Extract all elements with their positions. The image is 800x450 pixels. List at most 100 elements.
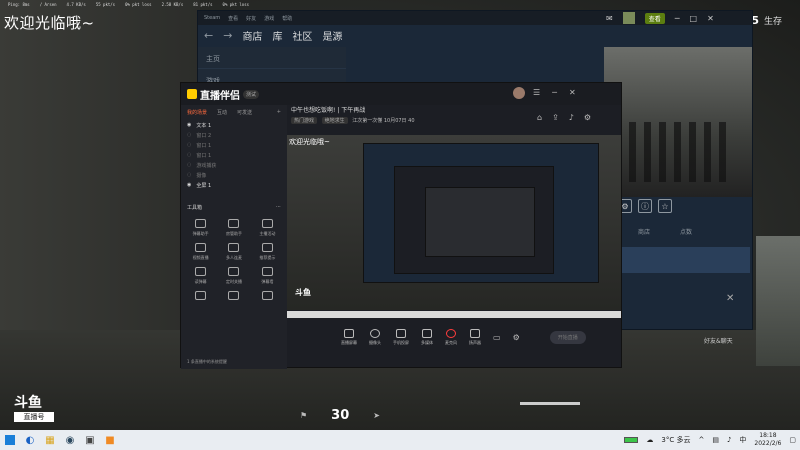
envelope-icon[interactable]: ✉ xyxy=(606,14,613,23)
steam-menu-item[interactable]: 帮助 xyxy=(282,15,292,22)
scene-item[interactable]: ◉ 全屏 1 xyxy=(181,180,287,190)
nav-library[interactable]: 库 xyxy=(272,28,282,43)
maximize-icon[interactable]: □ xyxy=(690,14,698,23)
speaker-button[interactable]: 扬声器 xyxy=(469,328,481,346)
microphone-button[interactable]: 麦克风 xyxy=(445,328,457,346)
tab-interact[interactable]: 互动 xyxy=(217,109,227,116)
sidebar-home[interactable]: 主页 xyxy=(198,47,346,69)
stat: 55 pkt/s xyxy=(95,2,116,7)
tab-my-scenes[interactable]: 我的场景 xyxy=(187,109,207,116)
tool-item[interactable]: 推荐提示 xyxy=(252,243,283,261)
start-live-button[interactable]: 开始直播 xyxy=(549,330,586,344)
steam-menu-item[interactable]: 游戏 xyxy=(264,15,274,22)
rifle-icon xyxy=(520,393,580,405)
chevron-up-icon[interactable]: ^ xyxy=(698,436,704,444)
tool-item[interactable] xyxy=(185,291,216,300)
tab-store[interactable]: 商店 xyxy=(638,227,650,236)
volume-icon[interactable]: ♪ xyxy=(727,436,731,444)
nav-profile[interactable]: 是源 xyxy=(322,28,342,43)
more-icon[interactable]: ⋯ xyxy=(276,204,281,211)
back-arrow-icon[interactable]: ← xyxy=(204,29,213,42)
eye-icon[interactable]: ◌ xyxy=(187,162,191,168)
steam-app-icon[interactable]: ◉ xyxy=(60,430,80,450)
tool-item[interactable]: 定时关播 xyxy=(218,267,249,285)
media-button[interactable]: 多媒体 xyxy=(421,328,433,346)
info-icon[interactable]: ⓘ xyxy=(638,199,652,213)
friends-chat-button[interactable]: 好友&聊天 xyxy=(704,336,733,345)
tool-item[interactable]: 视频直播 xyxy=(185,243,216,261)
forward-arrow-icon[interactable]: → xyxy=(223,29,232,42)
eye-icon[interactable]: ◉ xyxy=(187,182,191,188)
system-notice[interactable]: 1 条直播中的系统提醒 xyxy=(187,359,227,365)
tool-item[interactable]: 读弹幕 xyxy=(185,267,216,285)
screen-capture-button[interactable]: 直播屏幕 xyxy=(341,328,357,346)
steam-menu-item[interactable]: Steam xyxy=(204,15,220,21)
streamer-avatar[interactable] xyxy=(513,87,525,99)
nav-community[interactable]: 社区 xyxy=(292,28,312,43)
nested-live-window xyxy=(394,166,554,274)
tool-label: 定时关播 xyxy=(225,279,242,284)
steam-strip xyxy=(604,247,750,273)
preview-canvas[interactable]: 欢迎光临哦~ 斗鱼 xyxy=(287,135,621,310)
tool-label: 读弹幕 xyxy=(194,279,207,284)
scene-item[interactable]: ◌ 窗口 2 xyxy=(181,130,287,140)
network-stats: Ping: 8ms / Arsen 4.7 KB/s 55 pkt/s 0% p… xyxy=(8,0,249,9)
tool-item[interactable]: 弹幕墙 xyxy=(252,267,283,285)
control-label: 多媒体 xyxy=(421,339,433,345)
eye-icon[interactable]: ◉ xyxy=(187,122,191,128)
camera-button[interactable]: 摄像头 xyxy=(369,328,381,346)
tool-item[interactable] xyxy=(252,291,283,300)
scene-item[interactable]: ◉ 文本 1 xyxy=(181,120,287,130)
scene-item[interactable]: ◌ 窗口 1 xyxy=(181,140,287,150)
eye-icon[interactable]: ◌ xyxy=(187,172,191,178)
close-icon[interactable]: ✕ xyxy=(569,88,576,97)
phone-cast-button[interactable]: 手机投屏 xyxy=(393,328,409,346)
tool-icon xyxy=(261,291,273,300)
close-icon[interactable]: ✕ xyxy=(726,293,734,304)
share-icon[interactable]: ⇪ xyxy=(552,113,559,122)
settings-icon[interactable]: ⚙ xyxy=(513,333,520,342)
scene-item[interactable]: ◌ 游戏捕获 xyxy=(181,160,287,170)
nav-store[interactable]: 商店 xyxy=(242,28,262,43)
eye-icon[interactable]: ◌ xyxy=(187,132,191,138)
tool-item[interactable]: 多人连麦 xyxy=(218,243,249,261)
tool-item[interactable] xyxy=(218,291,249,300)
tool-item[interactable]: 弹幕助手 xyxy=(185,219,216,237)
live-app-icon[interactable]: ■ xyxy=(100,430,120,450)
minimize-icon[interactable]: ─ xyxy=(552,88,557,97)
tab-points[interactable]: 点数 xyxy=(680,227,692,236)
add-icon[interactable]: + xyxy=(277,109,281,116)
weather-text[interactable]: 3°C 多云 xyxy=(661,435,690,445)
tool-item[interactable]: 主播活动 xyxy=(252,219,283,237)
gift-icon[interactable]: ⌂ xyxy=(537,113,542,122)
notification-icon[interactable]: ▢ xyxy=(789,436,796,444)
tool-item[interactable]: 房管助手 xyxy=(218,219,249,237)
close-icon[interactable]: ✕ xyxy=(707,14,714,23)
steam-menu-item[interactable]: 查看 xyxy=(228,15,238,22)
network-icon[interactable]: ▤ xyxy=(712,436,719,444)
steam-menu-item[interactable]: 好友 xyxy=(246,15,256,22)
star-icon[interactable]: ☆ xyxy=(658,199,672,213)
record-icon[interactable]: ▭ xyxy=(493,333,501,342)
tab-send[interactable]: 可发送 xyxy=(237,109,252,116)
ime-indicator[interactable]: 中 xyxy=(739,435,746,445)
control-label: 手机投屏 xyxy=(393,339,409,345)
explorer-icon[interactable]: ▦ xyxy=(40,430,60,450)
edge-icon[interactable]: ◐ xyxy=(20,430,40,450)
room-title[interactable]: 中午也想吃饭啊! | 下午再战 xyxy=(291,105,415,114)
scene-item[interactable]: ◌ 窗口 1 xyxy=(181,150,287,160)
user-badge[interactable]: 查看 xyxy=(644,12,665,24)
clock[interactable]: 18:18 2022/2/6 xyxy=(754,432,781,448)
minimize-icon[interactable]: ─ xyxy=(675,14,680,23)
scene-item[interactable]: ◌ 摄像 xyxy=(181,170,287,180)
tool-label: 弹幕助手 xyxy=(192,231,209,236)
menu-icon[interactable]: ☰ xyxy=(533,88,540,97)
bell-icon[interactable]: ♪ xyxy=(569,113,574,122)
stat: 0% pkt loss xyxy=(222,2,250,7)
eye-icon[interactable]: ◌ xyxy=(187,152,191,158)
user-avatar[interactable] xyxy=(622,12,635,24)
settings-icon[interactable]: ⚙ xyxy=(584,113,591,122)
start-button[interactable] xyxy=(0,430,20,450)
game-app-icon[interactable]: ▣ xyxy=(80,430,100,450)
eye-icon[interactable]: ◌ xyxy=(187,142,191,148)
